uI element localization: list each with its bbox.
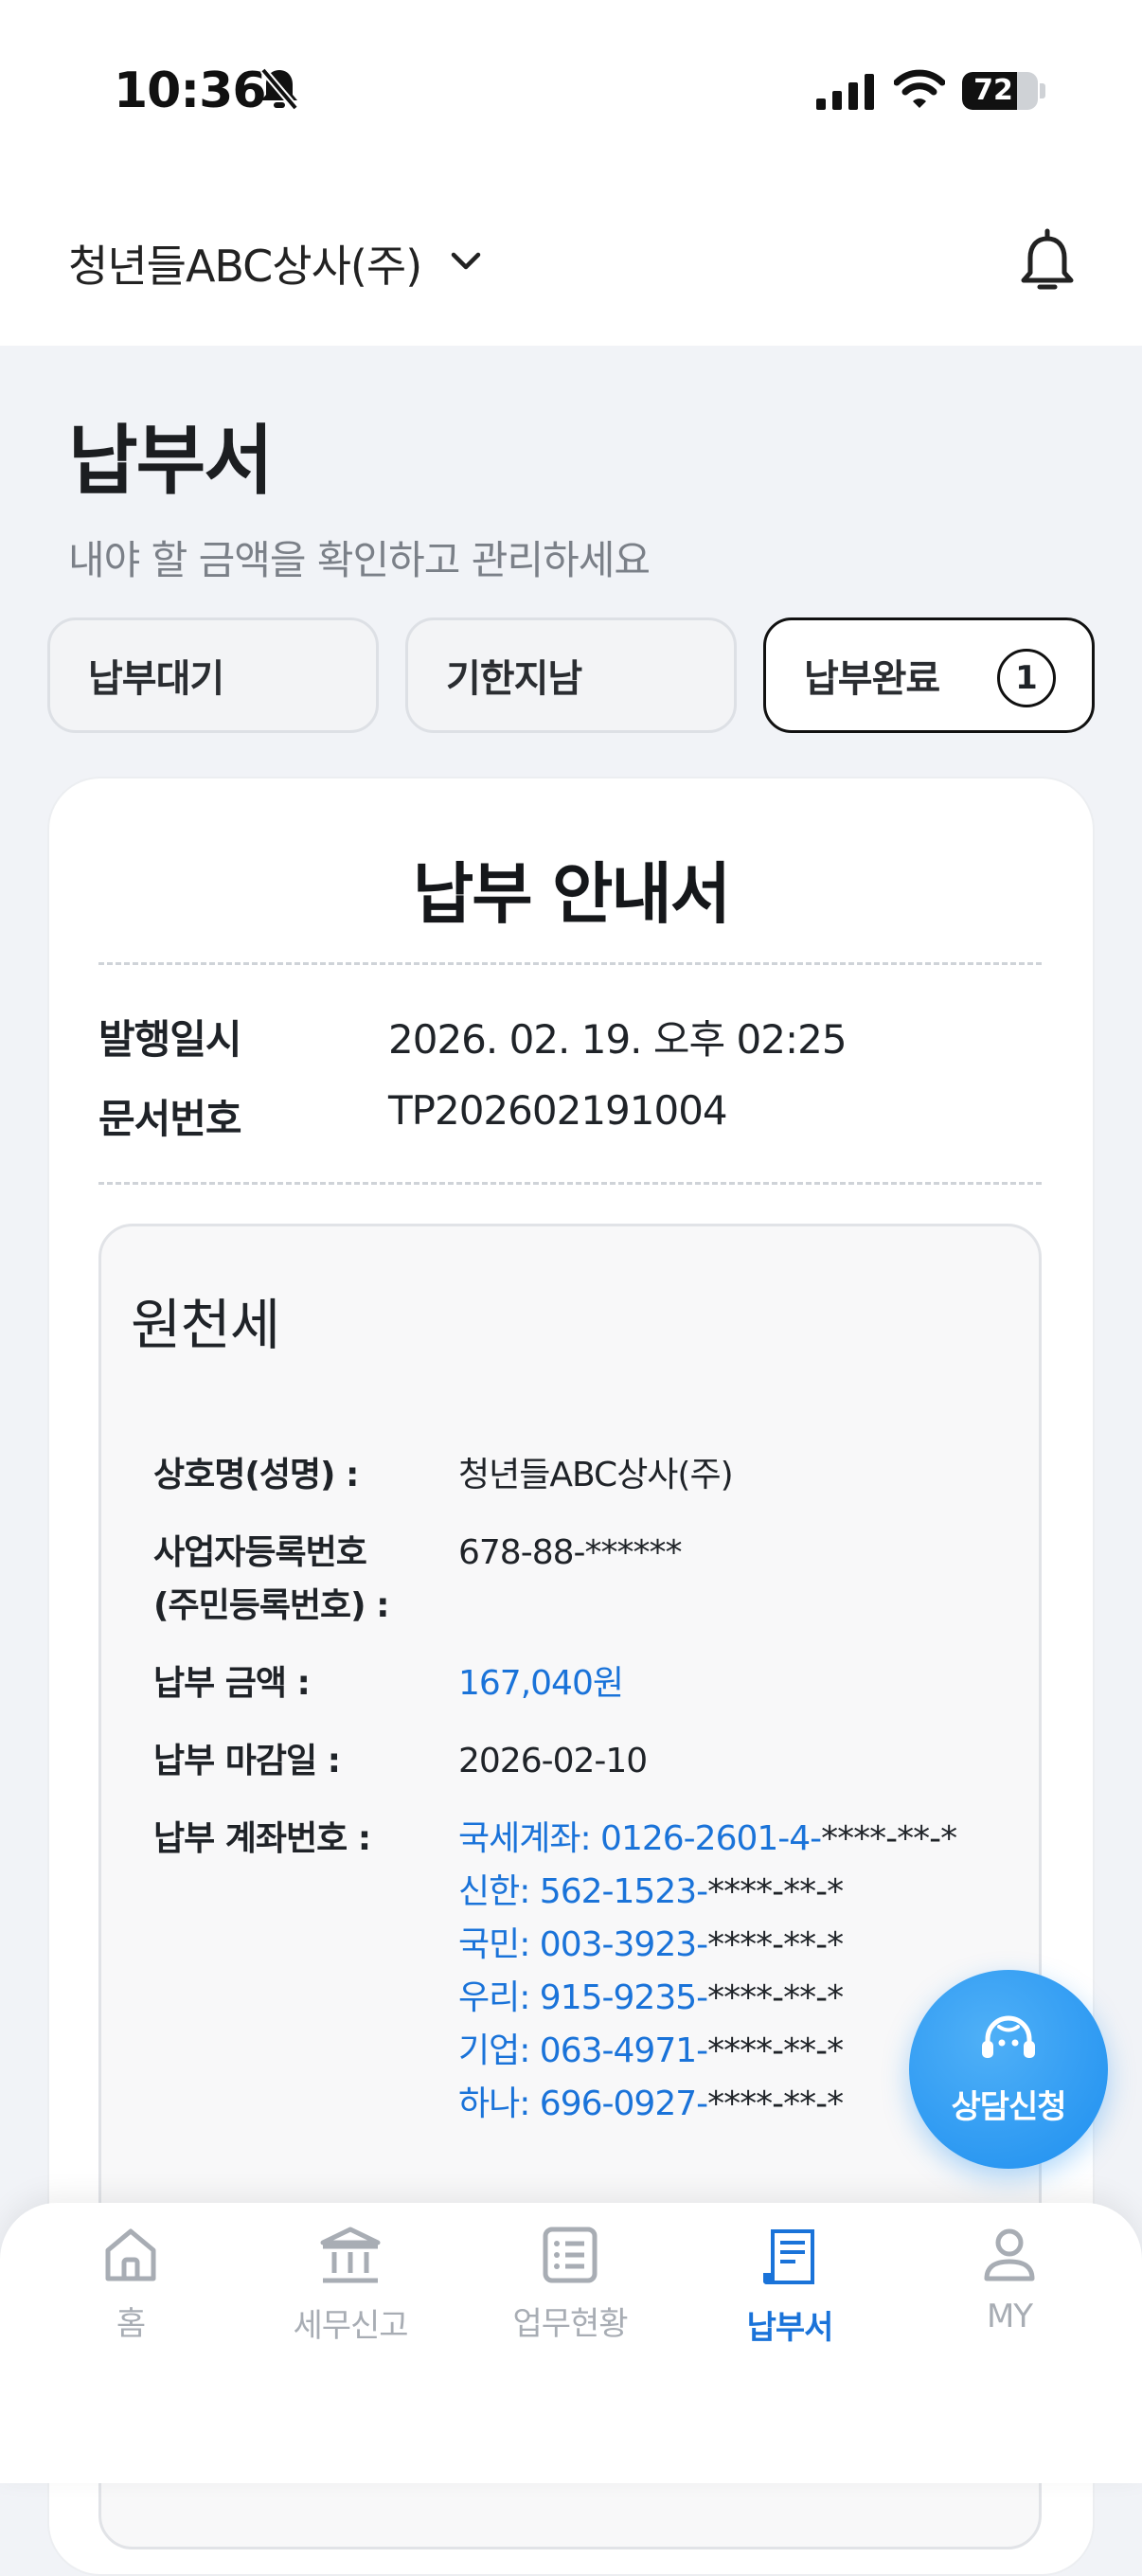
nav-label: 세무신고: [293, 2307, 408, 2345]
consult-request-button[interactable]: 상담신청: [909, 1970, 1108, 2169]
home-icon: [102, 2226, 159, 2288]
amount-label: 납부 금액 :: [153, 1664, 311, 1703]
account-label: 납부 계좌번호 :: [153, 1819, 371, 1858]
bank-icon: [319, 2226, 382, 2290]
nav-label: 홈: [116, 2305, 146, 2343]
due-date-value: 2026-02-10: [458, 1742, 648, 1780]
nav-home[interactable]: 홈: [36, 2226, 225, 2358]
docno-value: TP202602191004: [388, 1087, 728, 1134]
nav-work-status[interactable]: 업무현황: [475, 2226, 665, 2358]
due-date-label: 납부 마감일 :: [153, 1742, 341, 1780]
page-subtitle: 내야 할 금액을 확인하고 관리하세요: [68, 537, 651, 583]
divider: [98, 962, 1042, 965]
battery-level: 72: [973, 74, 1013, 107]
cellular-signal-icon: [816, 72, 877, 114]
battery-indicator: 72: [962, 72, 1038, 110]
tab-label: 납부완료: [804, 657, 940, 701]
count-badge: 1: [997, 649, 1056, 707]
tax-title: 원천세: [131, 1293, 280, 1357]
name-label: 상호명(성명) :: [153, 1456, 359, 1494]
biz-number-label: 사업자등록번호 (주민등록번호) :: [153, 1527, 390, 1633]
tab-overdue[interactable]: 기한지남: [405, 617, 737, 733]
account-line: 하나: 696-0927-****-**-*: [458, 2084, 844, 2123]
issued-value: 2026. 02. 19. 오후 02:25: [388, 1016, 848, 1063]
nav-label: MY: [986, 2298, 1033, 2335]
account-line: 기업: 063-4971-****-**-*: [458, 2031, 844, 2070]
tab-label: 납부대기: [88, 657, 224, 701]
nav-label: 납부서: [746, 2309, 834, 2347]
company-selector[interactable]: 청년들ABC상사(주): [68, 225, 482, 301]
amount-value: 167,040원: [458, 1664, 624, 1703]
notice-title: 납부 안내서: [412, 855, 731, 933]
docno-label: 문서번호: [98, 1096, 242, 1142]
account-line: 신한: 562-1523-****-**-*: [458, 1872, 844, 1911]
biz-number-value: 678-88-******: [458, 1533, 683, 1572]
tab-label: 기한지남: [446, 657, 582, 701]
tab-completed[interactable]: 납부완료 1: [763, 617, 1095, 733]
chevron-down-icon: [450, 251, 482, 276]
wifi-icon: [893, 68, 946, 114]
list-icon: [542, 2226, 598, 2288]
silent-mode-icon: [258, 66, 301, 116]
name-value: 청년들ABC상사(주): [458, 1456, 734, 1494]
consult-label: 상담신청: [951, 2087, 1066, 2126]
account-list: 국세계좌: 0126-2601-4-****-**-* 신한: 562-1523…: [458, 1813, 957, 2131]
account-line: 국세계좌: 0126-2601-4-****-**-*: [458, 1819, 957, 1858]
user-icon: [981, 2226, 1038, 2288]
nav-my[interactable]: MY: [915, 2226, 1104, 2358]
tab-pending[interactable]: 납부대기: [47, 617, 379, 733]
account-line: 국민: 003-3923-****-**-*: [458, 1925, 844, 1964]
nav-tax-filing[interactable]: 세무신고: [256, 2226, 445, 2358]
status-time: 10:36: [114, 63, 267, 119]
page-title: 납부서: [68, 417, 274, 505]
nav-payment[interactable]: 납부서: [695, 2226, 884, 2358]
headset-icon: [978, 2012, 1039, 2071]
nav-label: 업무현황: [512, 2305, 628, 2343]
biz-label-line2: (주민등록번호) :: [153, 1586, 390, 1625]
issued-label: 발행일시: [98, 1016, 242, 1063]
account-line: 우리: 915-9235-****-**-*: [458, 1978, 844, 2017]
biz-label-line1: 사업자등록번호: [153, 1533, 367, 1572]
battery-cap: [1040, 83, 1045, 98]
notification-bell-icon[interactable]: [1015, 227, 1080, 299]
divider: [98, 1182, 1042, 1185]
company-name: 청년들ABC상사(주): [68, 241, 422, 292]
receipt-icon: [761, 2226, 818, 2292]
